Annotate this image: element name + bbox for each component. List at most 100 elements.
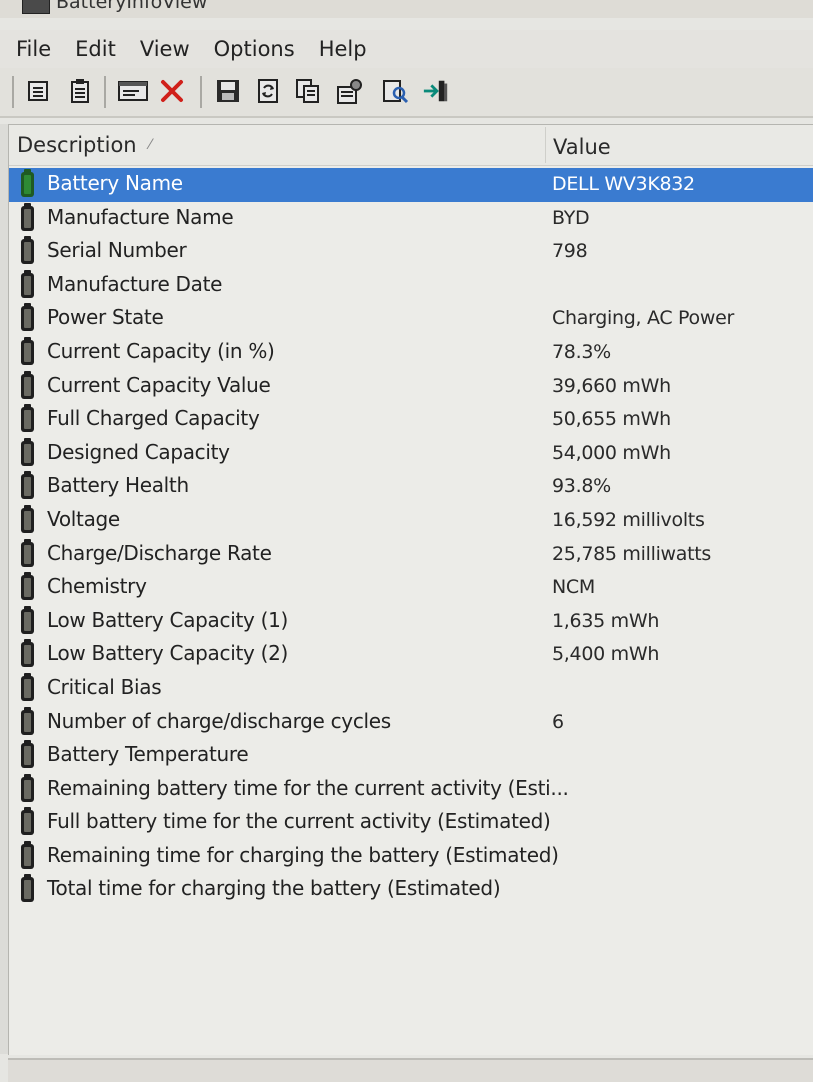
battery-icon [21,672,34,701]
table-row[interactable]: Designed Capacity 54,000 mWh [9,437,813,471]
table-row[interactable]: Full Charged Capacity 50,655 mWh [9,403,813,437]
toolbar-separator [200,76,202,108]
row-value: 25,785 milliwatts [552,542,712,565]
table-row[interactable]: Current Capacity (in %) 78.3% [9,336,813,370]
table-row[interactable]: Low Battery Capacity (1) 1,635 mWh [9,605,813,639]
window-edge [0,124,8,1054]
toolbar-separator [12,76,14,108]
table-row[interactable]: Full battery time for the current activi… [9,806,813,840]
window-title: BatteryInfoView [56,0,208,13]
clipboard-icon[interactable] [66,76,94,106]
battery-icon [21,236,34,265]
battery-icon [21,840,34,869]
find-icon[interactable] [382,76,410,106]
row-value: 1,635 mWh [552,609,660,632]
table-row[interactable]: Chemistry NCM [9,571,813,605]
battery-icon [21,404,34,433]
table-row[interactable]: Remaining time for charging the battery … [9,840,813,874]
row-description: Low Battery Capacity (1) [47,607,289,632]
row-description: Critical Bias [47,674,162,699]
battery-icon [21,202,34,231]
table-row[interactable]: Remaining battery time for the current a… [9,773,813,807]
table-row[interactable]: Serial Number 798 [9,235,813,269]
table-row[interactable]: Voltage 16,592 millivolts [9,504,813,538]
title-bar: BatteryInfoView [0,0,813,18]
html-report-icon[interactable] [116,76,150,106]
battery-icon [21,605,34,634]
refresh-icon[interactable] [254,76,282,106]
table-row[interactable]: Battery Health 93.8% [9,470,813,504]
battery-icon [21,639,34,668]
column-header-value[interactable]: Value [553,135,611,159]
battery-icon [21,706,34,735]
options-icon[interactable] [336,76,364,106]
menu-options[interactable]: Options [214,37,295,61]
table-row[interactable]: Number of charge/discharge cycles 6 [9,706,813,740]
row-description: Full battery time for the current activi… [47,809,551,834]
copy-icon[interactable] [294,76,322,106]
row-description: Current Capacity (in %) [47,338,275,363]
table-row[interactable]: Current Capacity Value 39,660 mWh [9,370,813,404]
row-description: Voltage [47,506,120,531]
row-value: BYD [552,206,590,229]
row-value: 78.3% [552,340,611,363]
battery-icon [21,303,34,332]
menu-view[interactable]: View [140,37,190,61]
table-row[interactable]: Low Battery Capacity (2) 5,400 mWh [9,638,813,672]
table-row[interactable]: Charge/Discharge Rate 25,785 milliwatts [9,538,813,572]
column-header-description[interactable]: Description [17,133,137,157]
row-description: Number of charge/discharge cycles [47,708,391,733]
row-description: Serial Number [47,238,187,263]
menu-edit[interactable]: Edit [75,37,116,61]
table-row[interactable]: Manufacture Name BYD [9,202,813,236]
battery-icon [21,807,34,836]
row-description: Battery Health [47,473,189,498]
row-value: 6 [552,710,564,733]
save-icon[interactable] [214,76,242,106]
row-value: 798 [552,240,588,263]
row-value: 39,660 mWh [552,374,671,397]
row-description: Battery Name [47,171,183,195]
row-description: Current Capacity Value [47,372,271,397]
table-row[interactable]: Power State Charging, AC Power [9,302,813,336]
battery-icon [21,336,34,365]
table-row[interactable]: Manufacture Date [9,269,813,303]
delete-icon[interactable] [158,76,186,106]
battery-icon [21,370,34,399]
battery-icon [21,169,34,197]
battery-icon [21,773,34,802]
row-value: 16,592 millivolts [552,508,705,531]
battery-icon [21,269,34,298]
row-description: Chemistry [47,574,147,599]
table-row[interactable]: Total time for charging the battery (Est… [9,873,813,907]
row-value: 5,400 mWh [552,643,660,666]
table-row[interactable]: Battery Name DELL WV3K832 [9,168,813,202]
row-value: DELL WV3K832 [552,173,695,195]
row-value: 54,000 mWh [552,441,671,464]
exit-icon[interactable] [422,76,450,106]
row-description: Remaining battery time for the current a… [47,775,569,800]
row-description: Manufacture Date [47,271,223,296]
menu-file[interactable]: File [16,37,51,61]
battery-info-list[interactable]: Description ⁄ Value Battery Name DELL WV3… [8,124,813,1055]
battery-icon [21,874,34,903]
battery-icon [21,504,34,533]
row-description: Low Battery Capacity (2) [47,641,289,666]
row-description: Power State [47,305,164,330]
battery-icon [21,572,34,601]
battery-icon [21,471,34,500]
row-description: Full Charged Capacity [47,406,260,431]
menu-bar: File Edit View Options Help [0,30,813,68]
properties-icon[interactable] [24,76,52,106]
column-divider[interactable] [545,127,546,163]
app-icon [22,0,50,14]
status-bar [8,1058,813,1082]
table-row[interactable]: Critical Bias [9,672,813,706]
row-value: Charging, AC Power [552,307,734,330]
list-header: Description ⁄ Value [9,125,813,166]
menu-help[interactable]: Help [319,37,367,61]
sort-indicator-icon: ⁄ [149,137,152,153]
toolbar [0,68,813,118]
table-row[interactable]: Battery Temperature [9,739,813,773]
row-description: Remaining time for charging the battery … [47,842,559,867]
